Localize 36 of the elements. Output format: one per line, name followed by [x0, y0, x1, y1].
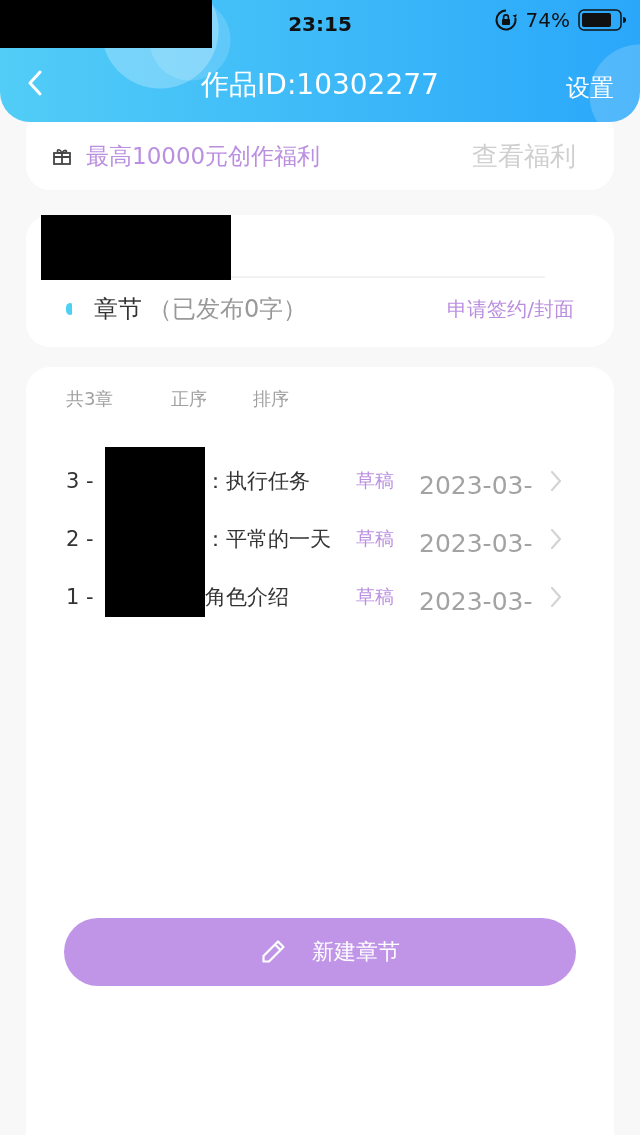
chapter-number: 1 - [66, 585, 94, 609]
page-title: 作品ID:10302277 [201, 67, 439, 103]
sort-button[interactable]: 排序 [253, 387, 289, 411]
chevron-right-icon [550, 470, 562, 492]
new-chapter-button[interactable]: 新建章节 [64, 918, 576, 986]
chapter-status: 草稿 [356, 468, 395, 493]
battery-icon [578, 9, 626, 31]
settings-button[interactable]: 设置 [566, 72, 614, 104]
benefit-text: 最高10000元创作福利 [86, 141, 321, 171]
chapter-row[interactable]: 2 - ：平常的一天 草稿 2023-03- [26, 510, 614, 568]
status-time: 23:15 [288, 12, 352, 36]
chapter-number: 3 - [66, 469, 94, 493]
chapter-number: 2 - [66, 527, 94, 551]
section-label: 章节 [94, 294, 142, 325]
published-count: （已发布0字） [148, 294, 308, 325]
chapter-row[interactable]: 1 - 角色介绍 草稿 2023-03- [26, 568, 614, 626]
chapter-count: 共3章 [66, 387, 115, 411]
back-chevron-icon [28, 70, 42, 96]
chapter-date: 2023-03- [419, 586, 533, 616]
pencil-icon [260, 939, 286, 965]
battery-percentage: 74% [525, 8, 570, 32]
chapter-title: ：平常的一天 [205, 526, 332, 553]
apply-contract-link[interactable]: 申请签约/封面 [447, 295, 574, 323]
chevron-right-icon [550, 528, 562, 550]
chapter-date: 2023-03- [419, 470, 533, 500]
chevron-right-icon [550, 586, 562, 608]
chapter-date: 2023-03- [419, 528, 533, 558]
marker-icon [66, 303, 72, 315]
gift-icon [52, 146, 72, 166]
chapter-title: ：执行任务 [205, 468, 311, 495]
chapter-title: 角色介绍 [205, 584, 290, 611]
chapter-row[interactable]: 3 - ：执行任务 草稿 2023-03- [26, 452, 614, 510]
rotation-lock-icon [493, 8, 518, 32]
chapter-status: 草稿 [356, 526, 395, 551]
order-toggle[interactable]: 正序 [171, 387, 207, 411]
chapter-status: 草稿 [356, 584, 395, 609]
